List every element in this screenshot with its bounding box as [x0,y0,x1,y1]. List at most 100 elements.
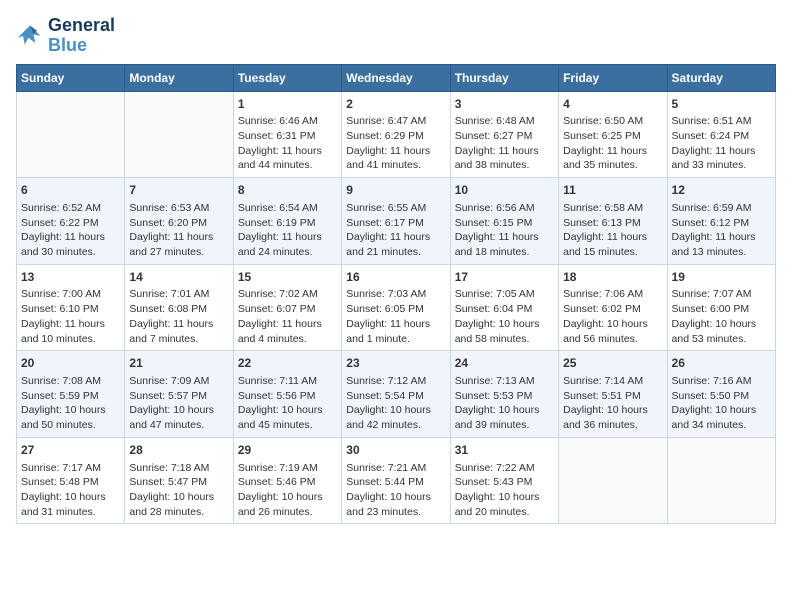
day-info: Sunrise: 6:52 AM [21,201,120,216]
calendar-cell: 4Sunrise: 6:50 AMSunset: 6:25 PMDaylight… [559,91,667,178]
day-info: Daylight: 11 hours and 24 minutes. [238,230,337,259]
day-info: Sunset: 6:27 PM [455,129,554,144]
day-number: 26 [672,355,771,372]
day-info: Daylight: 10 hours and 20 minutes. [455,490,554,519]
day-info: Sunrise: 7:11 AM [238,374,337,389]
calendar-cell: 31Sunrise: 7:22 AMSunset: 5:43 PMDayligh… [450,437,558,524]
day-info: Sunset: 6:10 PM [21,302,120,317]
day-info: Sunset: 6:15 PM [455,216,554,231]
logo-blue: Blue [48,36,115,56]
day-info: Sunrise: 7:18 AM [129,461,228,476]
calendar-cell: 8Sunrise: 6:54 AMSunset: 6:19 PMDaylight… [233,178,341,265]
day-info: Sunrise: 6:50 AM [563,114,662,129]
calendar-cell: 2Sunrise: 6:47 AMSunset: 6:29 PMDaylight… [342,91,450,178]
calendar-cell: 22Sunrise: 7:11 AMSunset: 5:56 PMDayligh… [233,351,341,438]
day-info: Sunset: 5:43 PM [455,475,554,490]
calendar-cell: 13Sunrise: 7:00 AMSunset: 6:10 PMDayligh… [17,264,125,351]
day-number: 19 [672,269,771,286]
calendar-header-saturday: Saturday [667,64,775,91]
day-info: Sunset: 6:29 PM [346,129,445,144]
day-info: Daylight: 11 hours and 27 minutes. [129,230,228,259]
calendar-cell: 7Sunrise: 6:53 AMSunset: 6:20 PMDaylight… [125,178,233,265]
calendar-cell [667,437,775,524]
day-info: Sunrise: 6:46 AM [238,114,337,129]
day-info: Sunset: 6:12 PM [672,216,771,231]
day-info: Daylight: 10 hours and 36 minutes. [563,403,662,432]
calendar-week-3: 13Sunrise: 7:00 AMSunset: 6:10 PMDayligh… [17,264,776,351]
day-info: Sunset: 6:24 PM [672,129,771,144]
calendar-cell: 17Sunrise: 7:05 AMSunset: 6:04 PMDayligh… [450,264,558,351]
day-info: Daylight: 10 hours and 58 minutes. [455,317,554,346]
calendar-cell: 19Sunrise: 7:07 AMSunset: 6:00 PMDayligh… [667,264,775,351]
day-info: Sunrise: 7:01 AM [129,287,228,302]
day-info: Daylight: 11 hours and 44 minutes. [238,144,337,173]
calendar-week-2: 6Sunrise: 6:52 AMSunset: 6:22 PMDaylight… [17,178,776,265]
calendar-cell: 27Sunrise: 7:17 AMSunset: 5:48 PMDayligh… [17,437,125,524]
day-info: Sunrise: 6:48 AM [455,114,554,129]
day-number: 31 [455,442,554,459]
day-info: Sunrise: 6:59 AM [672,201,771,216]
day-number: 12 [672,182,771,199]
day-number: 10 [455,182,554,199]
calendar-cell: 15Sunrise: 7:02 AMSunset: 6:07 PMDayligh… [233,264,341,351]
calendar-header-sunday: Sunday [17,64,125,91]
day-info: Sunset: 5:59 PM [21,389,120,404]
day-number: 1 [238,96,337,113]
day-info: Daylight: 11 hours and 38 minutes. [455,144,554,173]
day-info: Sunrise: 7:02 AM [238,287,337,302]
calendar-cell: 14Sunrise: 7:01 AMSunset: 6:08 PMDayligh… [125,264,233,351]
day-info: Sunset: 6:04 PM [455,302,554,317]
calendar-week-1: 1Sunrise: 6:46 AMSunset: 6:31 PMDaylight… [17,91,776,178]
calendar-cell: 21Sunrise: 7:09 AMSunset: 5:57 PMDayligh… [125,351,233,438]
day-info: Sunset: 6:00 PM [672,302,771,317]
day-number: 28 [129,442,228,459]
day-info: Daylight: 11 hours and 33 minutes. [672,144,771,173]
page-header: General Blue [16,16,776,56]
day-number: 4 [563,96,662,113]
day-info: Sunrise: 6:55 AM [346,201,445,216]
day-info: Sunset: 6:07 PM [238,302,337,317]
day-number: 5 [672,96,771,113]
day-info: Sunset: 6:13 PM [563,216,662,231]
day-info: Daylight: 11 hours and 1 minute. [346,317,445,346]
calendar-cell: 16Sunrise: 7:03 AMSunset: 6:05 PMDayligh… [342,264,450,351]
calendar-week-4: 20Sunrise: 7:08 AMSunset: 5:59 PMDayligh… [17,351,776,438]
day-info: Sunrise: 7:06 AM [563,287,662,302]
day-info: Sunset: 5:46 PM [238,475,337,490]
calendar-header-wednesday: Wednesday [342,64,450,91]
day-info: Daylight: 10 hours and 26 minutes. [238,490,337,519]
day-info: Sunrise: 6:54 AM [238,201,337,216]
day-info: Daylight: 10 hours and 39 minutes. [455,403,554,432]
calendar-header-thursday: Thursday [450,64,558,91]
day-number: 17 [455,269,554,286]
day-info: Sunrise: 6:51 AM [672,114,771,129]
day-info: Daylight: 11 hours and 13 minutes. [672,230,771,259]
day-info: Sunset: 5:47 PM [129,475,228,490]
day-info: Sunrise: 7:00 AM [21,287,120,302]
day-info: Sunset: 6:19 PM [238,216,337,231]
calendar-cell: 26Sunrise: 7:16 AMSunset: 5:50 PMDayligh… [667,351,775,438]
day-info: Sunrise: 6:53 AM [129,201,228,216]
day-info: Sunrise: 7:21 AM [346,461,445,476]
calendar-table: SundayMondayTuesdayWednesdayThursdayFrid… [16,64,776,525]
logo-icon [16,22,44,50]
day-number: 6 [21,182,120,199]
day-number: 30 [346,442,445,459]
calendar-header-friday: Friday [559,64,667,91]
calendar-cell: 3Sunrise: 6:48 AMSunset: 6:27 PMDaylight… [450,91,558,178]
day-info: Daylight: 11 hours and 7 minutes. [129,317,228,346]
day-info: Sunrise: 7:13 AM [455,374,554,389]
calendar-cell: 6Sunrise: 6:52 AMSunset: 6:22 PMDaylight… [17,178,125,265]
day-number: 25 [563,355,662,372]
calendar-cell [559,437,667,524]
day-info: Sunset: 6:08 PM [129,302,228,317]
day-info: Sunrise: 6:56 AM [455,201,554,216]
day-info: Daylight: 11 hours and 18 minutes. [455,230,554,259]
day-info: Daylight: 10 hours and 56 minutes. [563,317,662,346]
day-number: 23 [346,355,445,372]
day-info: Sunset: 6:17 PM [346,216,445,231]
day-info: Sunrise: 7:14 AM [563,374,662,389]
calendar-cell: 5Sunrise: 6:51 AMSunset: 6:24 PMDaylight… [667,91,775,178]
day-info: Daylight: 10 hours and 45 minutes. [238,403,337,432]
calendar-week-5: 27Sunrise: 7:17 AMSunset: 5:48 PMDayligh… [17,437,776,524]
